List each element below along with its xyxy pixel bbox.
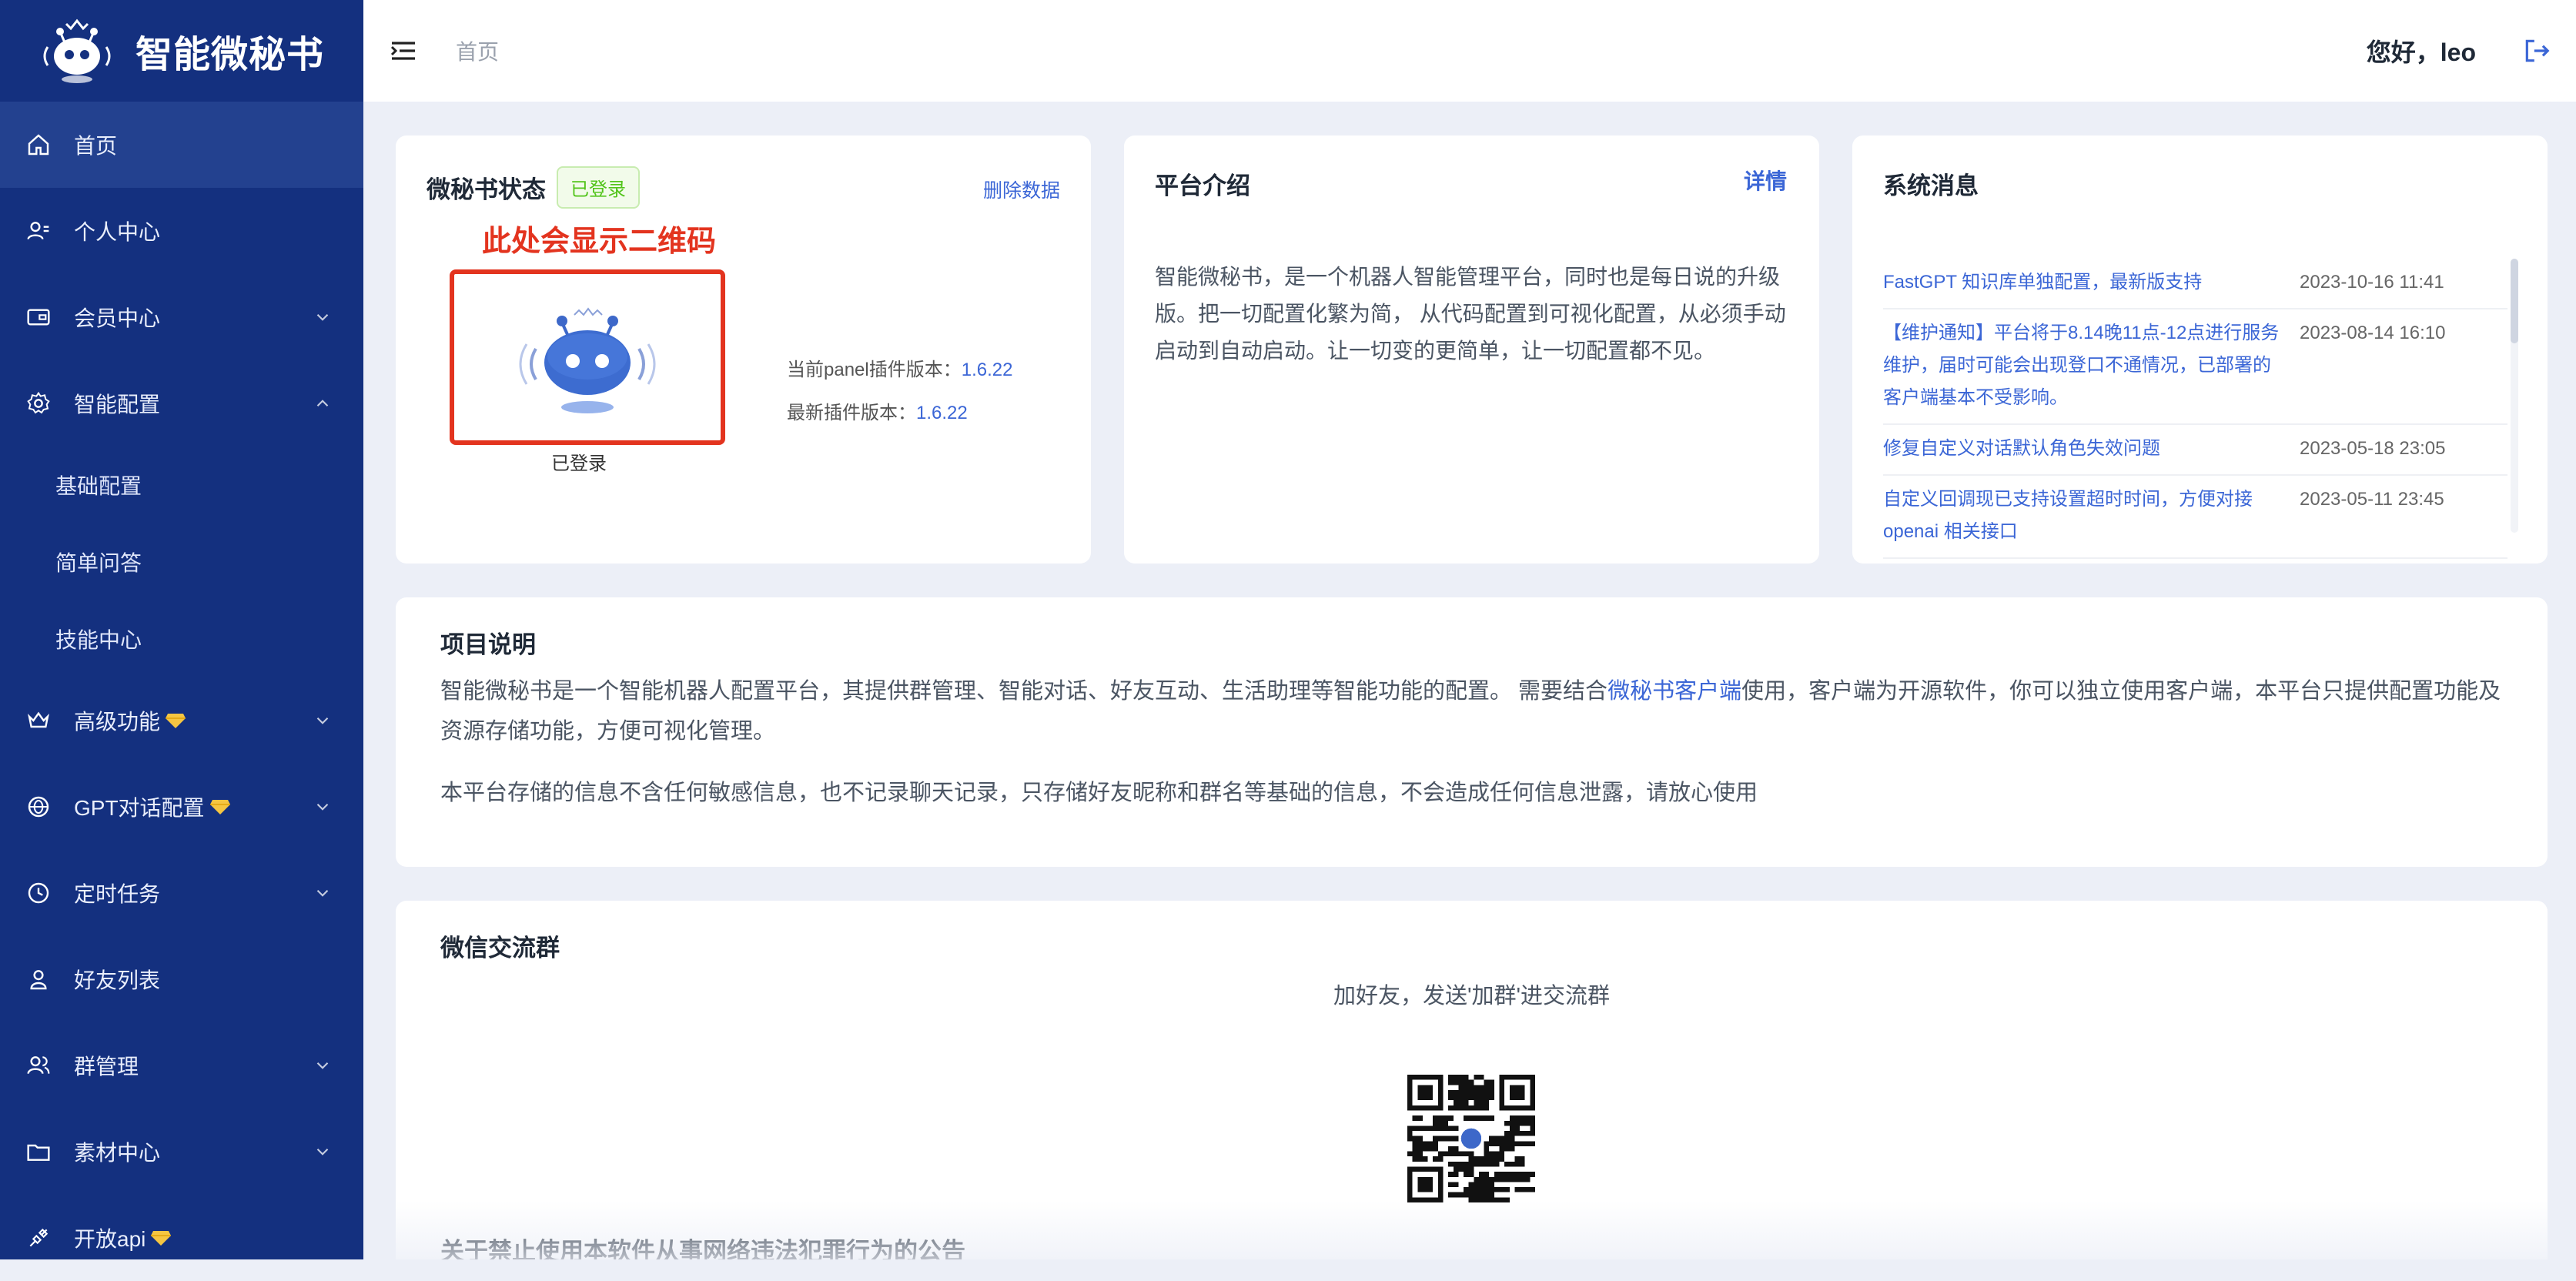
robot-avatar-icon bbox=[519, 307, 656, 413]
system-messages-card: 系统消息 FastGPT 知识库单独配置，最新版支持 2023-10-16 11… bbox=[1852, 135, 2548, 564]
sidebar-item-label: 首页 bbox=[74, 134, 118, 158]
gpt-icon bbox=[25, 793, 52, 821]
qr-placeholder bbox=[450, 269, 725, 445]
breadcrumb[interactable]: 首页 bbox=[456, 35, 499, 66]
diamond-icon bbox=[166, 714, 186, 728]
gear-icon bbox=[25, 390, 52, 417]
sidebar-item-materials[interactable]: 素材中心 bbox=[0, 1109, 363, 1195]
chevron-down-icon bbox=[316, 1148, 329, 1156]
sidebar-item-member[interactable]: 会员中心 bbox=[0, 274, 363, 360]
sidebar-subitem-skill-center[interactable]: 技能中心 bbox=[0, 600, 363, 677]
chevron-down-icon bbox=[316, 803, 329, 811]
sidebar-item-label: 定时任务 bbox=[74, 882, 161, 906]
sidebar-item-advanced[interactable]: 高级功能 bbox=[0, 677, 363, 764]
current-version: 当前panel插件版本：1.6.22 bbox=[787, 360, 1013, 380]
home-icon bbox=[25, 131, 52, 159]
news-item[interactable]: 自定义回调现已支持设置超时时间，方便对接openai 相关接口 2023-05-… bbox=[1883, 476, 2507, 559]
latest-version: 最新插件版本：1.6.22 bbox=[787, 403, 968, 423]
member-card-icon bbox=[25, 303, 52, 331]
wechat-title: 微信交流群 bbox=[440, 935, 560, 962]
sidebar-item-label: GPT对话配置 bbox=[74, 796, 205, 820]
sidebar-item-label: 素材中心 bbox=[74, 1141, 161, 1165]
sidebar-subitem-simple-qa[interactable]: 简单问答 bbox=[0, 523, 363, 600]
crown-icon bbox=[25, 707, 52, 734]
chevron-up-icon bbox=[316, 400, 329, 407]
status-badge: 已登录 bbox=[557, 166, 640, 209]
intro-title: 平台介绍 bbox=[1155, 172, 1250, 199]
sidebar-item-label: 开放api bbox=[74, 1227, 146, 1251]
sidebar-item-label: 高级功能 bbox=[74, 710, 161, 734]
project-paragraph-1: 智能微秘书是一个智能机器人配置平台，其提供群管理、智能对话、好友互动、生活助理等… bbox=[440, 679, 2501, 744]
sidebar-item-label: 智能配置 bbox=[74, 393, 161, 416]
intro-body: 智能微秘书，是一个机器人智能管理平台，同时也是每日说的升级版。把一切配置化繁为简… bbox=[1155, 265, 1786, 363]
sidebar-subitem-basic-config[interactable]: 基础配置 bbox=[0, 447, 363, 523]
sidebar: 智能微秘书 首页 个人中心 会员中心 智能配置 基础配置 简单问答 技能中心 高… bbox=[0, 0, 363, 1259]
group-icon bbox=[25, 1052, 52, 1079]
sidebar-item-label: 个人中心 bbox=[74, 220, 161, 244]
chevron-down-icon bbox=[316, 717, 329, 724]
sidebar-item-label: 基础配置 bbox=[55, 474, 142, 498]
project-description-card: 项目说明 智能微秘书是一个智能机器人配置平台，其提供群管理、智能对话、好友互动、… bbox=[396, 597, 2548, 867]
user-greeting: 您好，leo bbox=[2366, 38, 2476, 66]
platform-intro-card: 平台介绍 详情 智能微秘书，是一个机器人智能管理平台，同时也是每日说的升级版。把… bbox=[1124, 135, 1819, 564]
sidebar-item-gpt-config[interactable]: GPT对话配置 bbox=[0, 764, 363, 850]
menu-collapse-icon[interactable] bbox=[388, 35, 419, 66]
project-paragraph-2: 本平台存储的信息不含任何敏感信息，也不记录聊天记录，只存储好友昵称和群名等基础的… bbox=[440, 781, 1758, 805]
news-item[interactable]: 【维护通知】平台将于8.14晚11点-12点进行服务维护，届时可能会出现登口不通… bbox=[1883, 309, 2507, 425]
person-icon bbox=[25, 965, 52, 993]
project-title: 项目说明 bbox=[440, 631, 536, 658]
sidebar-item-groups[interactable]: 群管理 bbox=[0, 1022, 363, 1109]
logged-in-label: 已登录 bbox=[551, 453, 607, 474]
sidebar-item-label: 简单问答 bbox=[55, 551, 142, 575]
diamond-icon bbox=[209, 800, 230, 814]
top-bar: 首页 您好，leo bbox=[363, 0, 2576, 102]
chevron-down-icon bbox=[316, 1062, 329, 1069]
client-link[interactable]: 微秘书客户端 bbox=[1607, 679, 1741, 704]
qr-note: 此处会显示二维码 bbox=[482, 226, 717, 258]
folder-icon bbox=[25, 1138, 52, 1166]
logout-icon[interactable] bbox=[2522, 36, 2551, 65]
sidebar-item-home[interactable]: 首页 bbox=[0, 102, 363, 188]
news-scrollbar[interactable] bbox=[2511, 259, 2518, 533]
wechat-hint: 加好友，发送'加群'进交流群 bbox=[1333, 984, 1611, 1008]
wechat-group-card: 微信交流群 加好友，发送'加群'进交流群 关于禁止使用本软件从事网络违法犯罪行为… bbox=[396, 901, 2548, 1259]
sidebar-item-label: 群管理 bbox=[74, 1055, 139, 1079]
brand-name: 智能微秘书 bbox=[135, 35, 325, 75]
sidebar-item-smart-config[interactable]: 智能配置 bbox=[0, 360, 363, 447]
api-icon bbox=[25, 1224, 52, 1252]
news-item[interactable]: FastGPT 知识库单独配置，最新版支持 2023-10-16 11:41 bbox=[1883, 259, 2507, 309]
brand[interactable]: 智能微秘书 bbox=[0, 0, 363, 102]
news-title: 系统消息 bbox=[1883, 172, 1979, 199]
scrollbar-thumb[interactable] bbox=[2511, 259, 2518, 343]
sidebar-item-profile[interactable]: 个人中心 bbox=[0, 188, 363, 274]
delete-data-link[interactable]: 删除数据 bbox=[983, 176, 1060, 203]
status-card: 微秘书状态 已登录 删除数据 此处会显示二维码 已登录 当前panel插件版本：… bbox=[396, 135, 1091, 564]
qr-code-image bbox=[1407, 1075, 1535, 1202]
diamond-icon bbox=[151, 1231, 172, 1246]
chevron-down-icon bbox=[316, 889, 329, 897]
robot-logo-icon bbox=[43, 18, 111, 83]
sidebar-item-open-api[interactable]: 开放api bbox=[0, 1195, 363, 1281]
sidebar-item-scheduled-tasks[interactable]: 定时任务 bbox=[0, 850, 363, 936]
news-item[interactable]: 修复自定义对话默认角色失效问题 2023-05-18 23:05 bbox=[1883, 425, 2507, 476]
user-card-icon bbox=[25, 217, 52, 245]
sidebar-item-label: 好友列表 bbox=[74, 968, 161, 992]
chevron-down-icon bbox=[316, 313, 329, 321]
status-title: 微秘书状态 bbox=[427, 176, 546, 203]
details-link[interactable]: 详情 bbox=[1744, 165, 1787, 196]
sidebar-item-label: 会员中心 bbox=[74, 306, 161, 330]
sidebar-item-friends[interactable]: 好友列表 bbox=[0, 936, 363, 1022]
sidebar-item-label: 技能中心 bbox=[55, 628, 142, 652]
clock-icon bbox=[25, 879, 52, 907]
notice-title: 关于禁止使用本软件从事网络违法犯罪行为的公告 bbox=[440, 1238, 965, 1259]
news-list: FastGPT 知识库单独配置，最新版支持 2023-10-16 11:41 【… bbox=[1883, 259, 2507, 559]
